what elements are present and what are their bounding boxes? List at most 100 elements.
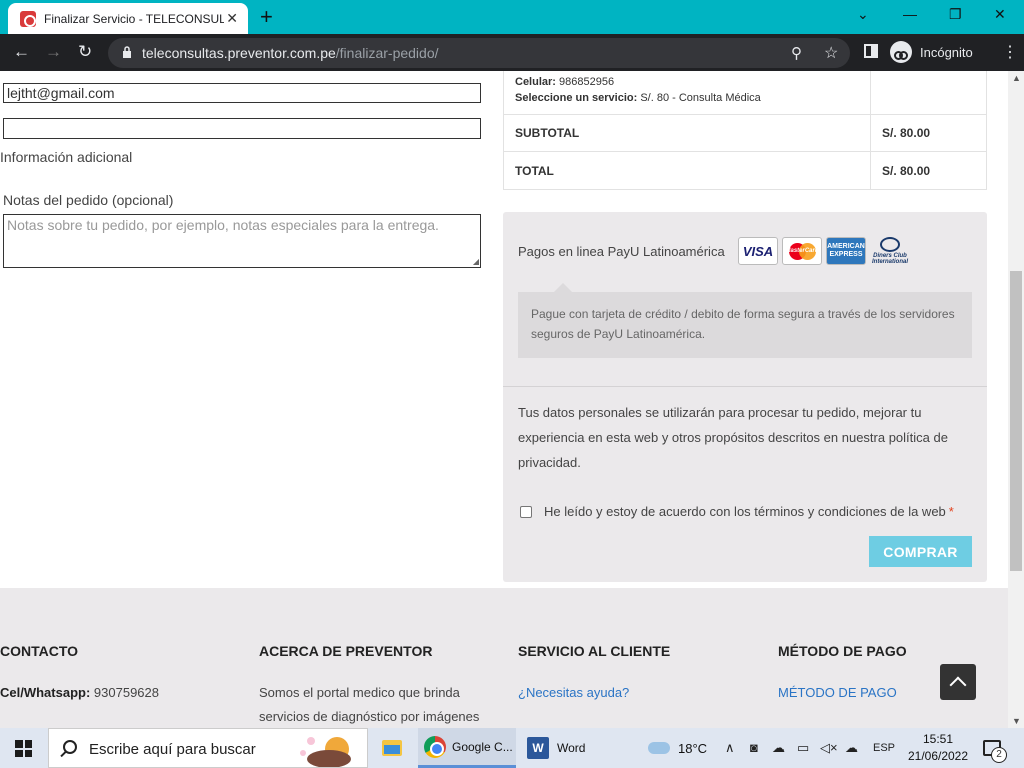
tab-title: Finalizar Servicio - TELECONSULTAS [44,11,224,26]
word-label: Word [557,741,586,755]
side-panel-icon[interactable] [864,44,878,58]
subtotal-row: SUBTOTAL S/. 80.00 [504,115,986,152]
subtotal-label: SUBTOTAL [515,126,580,140]
search-icon [63,740,77,754]
restore-icon[interactable]: ❐ [949,6,962,23]
terms-checkbox[interactable] [520,505,532,518]
network-icon[interactable]: ▭ [797,740,809,756]
payu-description: Pague con tarjeta de crédito / debito de… [518,283,972,358]
chrome-icon [424,735,446,758]
about-heading: ACERCA DE PREVENTOR [259,643,433,659]
window-close-icon[interactable]: ✕ [994,6,1006,23]
onedrive-status-icon[interactable]: ☁ [845,740,858,756]
url-path: /finalizar-pedido/ [335,45,439,61]
reload-icon[interactable]: ↻ [78,42,92,62]
browser-toolbar: ← → ↻ teleconsultas.preventor.com.pe/fin… [0,34,1024,71]
diners-logo-icon: Diners Club International [870,237,910,265]
incognito-indicator[interactable]: Incógnito [890,39,973,65]
tab-close-icon[interactable]: ✕ [226,10,238,27]
payment-panel: Pagos en linea PayU Latinoamérica VISA M… [503,212,987,582]
total-value: S/. 80.00 [882,163,931,178]
clock-time: 15:51 [922,732,954,746]
service-heading: SERVICIO AL CLIENTE [518,643,671,659]
back-arrow-icon[interactable]: ← [13,42,30,62]
taskbar-word[interactable]: W Word [521,728,619,768]
temperature: 18°C [678,740,708,756]
meet-now-icon[interactable]: ◙ [750,740,758,755]
contact-heading: CONTACTO [0,643,79,659]
footer-service: SERVICIO AL CLIENTE ¿Necesitas ayuda? [518,643,670,705]
total-label: TOTAL [515,163,554,178]
url-text: teleconsultas.preventor.com.pe/finalizar… [142,45,439,61]
extra-field[interactable] [3,118,481,139]
incognito-label: Incógnito [920,44,973,60]
table-row: Celular: 986852956 Seleccione un servici… [504,71,986,115]
language-indicator[interactable]: ESP [873,742,895,754]
incognito-icon [890,41,912,63]
footer-contact: CONTACTO Cel/Whatsapp: 930759628 [0,643,159,705]
onedrive-cloud-icon[interactable]: ☁ [772,740,785,756]
phone-line: Celular: 986852956 [515,76,615,88]
chrome-label: Google C... [452,739,513,754]
mastercard-logo-icon: MasterCard [782,237,822,265]
browser-tab[interactable]: Finalizar Servicio - TELECONSULTAS ✕ [8,3,248,34]
order-notes-textarea[interactable]: Notas sobre tu pedido, por ejemplo, nota… [3,214,481,268]
terms-row: He leído y estoy de acuerdo con los térm… [520,504,954,519]
word-icon: W [527,737,549,759]
show-hidden-icons-icon[interactable]: ∧ [725,740,735,756]
new-tab-button[interactable]: + [260,4,273,30]
card-logos: VISA MasterCard AMERICAN EXPRESS Diners … [738,237,910,265]
system-clock[interactable]: 15:51 21/06/2022 [906,731,970,765]
payu-method-label[interactable]: Pagos en linea PayU Latinoamérica [518,244,725,259]
windows-start-icon[interactable] [15,740,32,757]
minimize-icon[interactable]: — [903,6,917,22]
notification-count: 2 [991,747,1007,763]
address-bar[interactable]: teleconsultas.preventor.com.pe/finalizar… [108,38,850,68]
cloud-icon [648,742,670,754]
taskbar-search[interactable]: Escribe aquí para buscar [48,728,368,768]
file-explorer-icon [382,740,402,756]
terms-label[interactable]: He leído y estoy de acuerdo con los térm… [544,504,946,519]
browser-menu-icon[interactable]: ⋮ [1002,42,1018,62]
scroll-up-icon[interactable]: ▲ [1012,73,1021,83]
contact-phone: Cel/Whatsapp: 930759628 [0,685,159,700]
taskbar-chrome[interactable]: Google C... [418,728,516,768]
notes-label: Notas del pedido (opcional) [3,192,174,208]
weather-widget[interactable]: 18°C [648,728,707,768]
search-highlight-icon [300,737,351,767]
site-favicon-icon [20,10,36,27]
service-line: Seleccione un servicio: S/. 80 - Consult… [515,92,761,104]
taskbar-file-explorer[interactable] [378,728,406,768]
total-row: TOTAL S/. 80.00 [504,152,986,189]
site-footer: CONTACTO Cel/Whatsapp: 930759628 ACERCA … [0,588,1008,728]
clock-date: 21/06/2022 [907,749,969,763]
page-content: lejtht@gmail.com Información adicional N… [0,71,1008,728]
payment-method-link[interactable]: MÉTODO DE PAGO [778,681,907,705]
search-placeholder: Escribe aquí para buscar [89,741,256,758]
privacy-notice: Tus datos personales se utilizarán para … [518,405,948,470]
help-link[interactable]: ¿Necesitas ayuda? [518,681,670,705]
visa-logo-icon: VISA [738,237,778,265]
lock-icon [123,46,131,58]
email-field[interactable]: lejtht@gmail.com [3,83,481,103]
url-domain: teleconsultas.preventor.com.pe [142,45,336,61]
scroll-to-top-button[interactable] [940,664,976,700]
payment-heading: MÉTODO DE PAGO [778,643,907,659]
about-text: Somos el portal medico que brinda servic… [259,685,480,724]
tab-search-icon[interactable]: ⌄ [857,6,869,23]
forward-arrow-icon[interactable]: → [45,42,62,62]
required-mark: * [948,504,954,519]
scroll-thumb[interactable] [1010,271,1022,571]
buy-button[interactable]: COMPRAR [869,536,972,567]
amex-logo-icon: AMERICAN EXPRESS [826,237,866,265]
subtotal-value: S/. 80.00 [882,126,931,140]
page-scrollbar[interactable]: ▲ ▼ [1008,71,1024,728]
scroll-down-icon[interactable]: ▼ [1012,716,1021,726]
footer-payment: MÉTODO DE PAGO MÉTODO DE PAGO [778,643,907,705]
zoom-icon[interactable]: ⚲ [791,44,802,62]
windows-taskbar: Escribe aquí para buscar Google C... W W… [0,728,1024,768]
volume-muted-icon[interactable]: ◁× [820,740,838,756]
bookmark-star-icon[interactable]: ☆ [824,43,838,63]
resize-handle-icon[interactable]: ◢ [473,257,479,266]
browser-tab-bar: Finalizar Servicio - TELECONSULTAS ✕ + ⌄… [0,0,1024,34]
